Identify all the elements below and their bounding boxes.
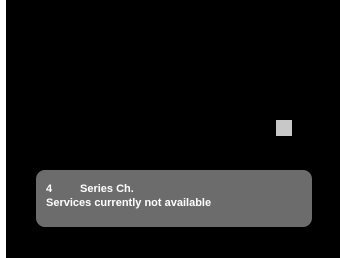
channel-info-banner: 4 Series Ch. Services currently not avail… (36, 170, 312, 227)
channel-number: 4 (46, 183, 53, 195)
tv-screen: 4 Series Ch. Services currently not avail… (6, 0, 340, 258)
service-status-message: Services currently not available (46, 197, 212, 209)
channel-name: Series Ch. (80, 183, 134, 195)
square-indicator-icon (276, 120, 292, 136)
channel-line: 4 Series Ch. (46, 182, 312, 196)
